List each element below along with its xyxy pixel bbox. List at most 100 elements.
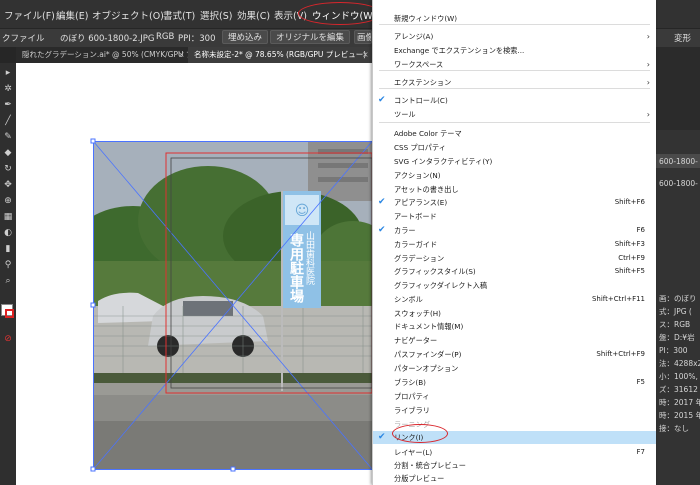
- zoom-tool-icon[interactable]: ⌕: [2, 275, 14, 287]
- tab-untitled-2[interactable]: 名称未設定-2* @ 78.65% (RGB/GPU プレビュー): [188, 47, 372, 63]
- rotate-tool-icon[interactable]: ↻: [2, 163, 14, 175]
- menu-effect[interactable]: 効果(C): [237, 8, 270, 22]
- eyedropper-tool-icon[interactable]: ⚲: [2, 259, 14, 271]
- image-button[interactable]: 画像: [354, 30, 372, 44]
- edit-original-button[interactable]: オリジナルを編集: [270, 30, 351, 44]
- window-menu-item[interactable]: レイヤー(L) F7: [373, 446, 656, 459]
- chevron-right-icon: ›: [646, 32, 650, 41]
- window-menu-item[interactable]: アレンジ(A) ›: [373, 30, 656, 43]
- window-menu-item[interactable]: グラデーション Ctrl+F9: [373, 252, 656, 265]
- window-menu-item[interactable]: ツール ›: [373, 108, 656, 121]
- window-menu-item[interactable]: ドキュメント情報(M): [373, 320, 656, 333]
- close-icon[interactable]: ×: [178, 50, 185, 59]
- window-menu-item[interactable]: 分版プレビュー: [373, 472, 656, 485]
- window-menu-item[interactable]: スウォッチ(H): [373, 307, 656, 320]
- window-menu-item[interactable]: ✔ アピアランス(E) Shift+F6: [373, 196, 656, 209]
- info-colorspace: ス：RGB: [659, 320, 691, 329]
- info-created: 時：2017 年: [659, 398, 700, 407]
- info-transparency: 接：なし: [659, 424, 689, 433]
- menu-item-shortcut: Shift+F6: [614, 198, 645, 206]
- selection-tool-icon[interactable]: ▸: [2, 67, 14, 79]
- checkmark-icon: ✔: [378, 432, 386, 442]
- links-info-panel: 600-1800- 600-1800- 画：のぼり 式：JPG ( ス：RGB …: [655, 130, 700, 485]
- window-menu-item[interactable]: ナビゲーター: [373, 334, 656, 347]
- menu-type[interactable]: 書式(T): [163, 8, 195, 22]
- window-menu-item[interactable]: ブラシ(B) F5: [373, 376, 656, 389]
- menu-item-label: アレンジ(A): [394, 32, 434, 41]
- window-menu-item[interactable]: パターンオプション: [373, 362, 656, 375]
- window-menu-item[interactable]: 新規ウィンドウ(W): [373, 12, 656, 25]
- menu-item-shortcut: F6: [636, 226, 645, 234]
- stroke-swatch[interactable]: [5, 309, 14, 318]
- menu-item-shortcut: Shift+F5: [614, 267, 645, 275]
- window-menu-item[interactable]: パスファインダー(P) Shift+Ctrl+F9: [373, 348, 656, 361]
- window-menu-item[interactable]: ライブラリ: [373, 404, 656, 417]
- transform-label[interactable]: 変形: [674, 32, 691, 44]
- checkmark-icon: ✔: [378, 95, 386, 105]
- menu-edit[interactable]: 編集(E): [56, 8, 88, 22]
- checkmark-icon: ✔: [378, 197, 386, 207]
- close-icon[interactable]: ×: [362, 50, 369, 59]
- line-tool-icon[interactable]: ╱: [2, 115, 14, 127]
- menu-item-label: ナビゲーター: [394, 336, 438, 345]
- menu-item-label: グラフィックダイレクト入稿: [394, 281, 488, 290]
- none-swatch-icon[interactable]: ⊘: [2, 333, 14, 345]
- menu-item-label: ライブラリ: [394, 406, 430, 415]
- menu-object[interactable]: オブジェクト(O): [92, 8, 164, 22]
- menu-item-label: グラデーション: [394, 254, 445, 263]
- window-menu-item[interactable]: ✔ コントロール(C): [373, 94, 656, 107]
- linked-filename[interactable]: のぼり 600-1800-2.JPG: [60, 32, 155, 44]
- artboard-canvas[interactable]: ☺ 山田歯科医院 専用駐車場: [16, 63, 372, 485]
- window-menu-item[interactable]: グラフィックダイレクト入稿: [373, 279, 656, 292]
- menu-item-label: プロパティ: [394, 392, 430, 401]
- blend-tool-icon[interactable]: ◐: [2, 227, 14, 239]
- graph-tool-icon[interactable]: ▮: [2, 243, 14, 255]
- info-dimensions: 法：4288x2: [659, 359, 700, 368]
- puppet-warp-icon[interactable]: ✥: [2, 179, 14, 191]
- window-menu-item[interactable]: エクステンション ›: [373, 76, 656, 89]
- gradient-tool-icon[interactable]: ▦: [2, 211, 14, 223]
- window-menu-item[interactable]: 分割・統合プレビュー: [373, 459, 656, 472]
- window-menu-item[interactable]: アセットの書き出し: [373, 183, 656, 196]
- link-row-2[interactable]: 600-1800-: [659, 179, 698, 188]
- window-menu-item[interactable]: カラーガイド Shift+F3: [373, 238, 656, 251]
- window-menu-item[interactable]: アートボード: [373, 210, 656, 223]
- window-menu-item[interactable]: CSS プロパティ: [373, 141, 656, 154]
- chevron-right-icon: ›: [646, 78, 650, 87]
- window-menu-item[interactable]: ワークスペース ›: [373, 58, 656, 71]
- menu-item-label: 分割・統合プレビュー: [394, 461, 466, 470]
- menu-item-shortcut: F5: [636, 378, 645, 386]
- annotation-circle-links: [392, 424, 448, 443]
- tab-hidden-gradient[interactable]: 隠れたグラデーション.ai* @ 50% (CMYK/GPU プレビュー): [16, 47, 188, 63]
- color-mode: RGB: [156, 32, 175, 42]
- menu-item-label: シンボル: [394, 295, 423, 304]
- window-menu-item[interactable]: プロパティ: [373, 390, 656, 403]
- window-menu-item[interactable]: シンボル Shift+Ctrl+F11: [373, 293, 656, 306]
- magic-wand-icon[interactable]: ✲: [2, 83, 14, 95]
- menu-file[interactable]: ファイル(F): [4, 8, 55, 22]
- menu-item-shortcut: Shift+Ctrl+F9: [596, 350, 645, 358]
- pen-tool-icon[interactable]: ✒: [2, 99, 14, 111]
- brush-tool-icon[interactable]: ✎: [2, 131, 14, 143]
- menu-item-label: 新規ウィンドウ(W): [394, 14, 458, 23]
- window-menu-item[interactable]: Exchange でエクステンションを検索...: [373, 44, 656, 57]
- menu-item-label: カラー: [394, 226, 416, 235]
- menu-item-shortcut: Shift+Ctrl+F11: [591, 295, 645, 303]
- menu-item-label: アートボード: [394, 212, 437, 221]
- eraser-tool-icon[interactable]: ◆: [2, 147, 14, 159]
- shape-builder-icon[interactable]: ⊕: [2, 195, 14, 207]
- menu-item-label: レイヤー(L): [394, 448, 433, 457]
- window-menu-item[interactable]: アクション(N): [373, 169, 656, 182]
- window-menu-item[interactable]: SVG インタラクティビティ(Y): [373, 155, 656, 168]
- ppi-value: PPI：300: [178, 34, 216, 44]
- annotation-circle-window: [298, 2, 382, 25]
- window-menu-item[interactable]: ✔ カラー F6: [373, 224, 656, 237]
- window-menu-item[interactable]: Adobe Color テーマ: [373, 127, 656, 140]
- embed-button[interactable]: 埋め込み: [222, 30, 269, 44]
- link-row-1[interactable]: 600-1800-: [659, 157, 698, 166]
- window-menu-item[interactable]: グラフィックスタイル(S) Shift+F5: [373, 265, 656, 278]
- menu-item-label: Exchange でエクステンションを検索...: [394, 46, 525, 55]
- menu-select[interactable]: 選択(S): [200, 8, 232, 22]
- menu-item-shortcut: Ctrl+F9: [618, 254, 645, 262]
- menu-item-label: ワークスペース: [394, 60, 444, 69]
